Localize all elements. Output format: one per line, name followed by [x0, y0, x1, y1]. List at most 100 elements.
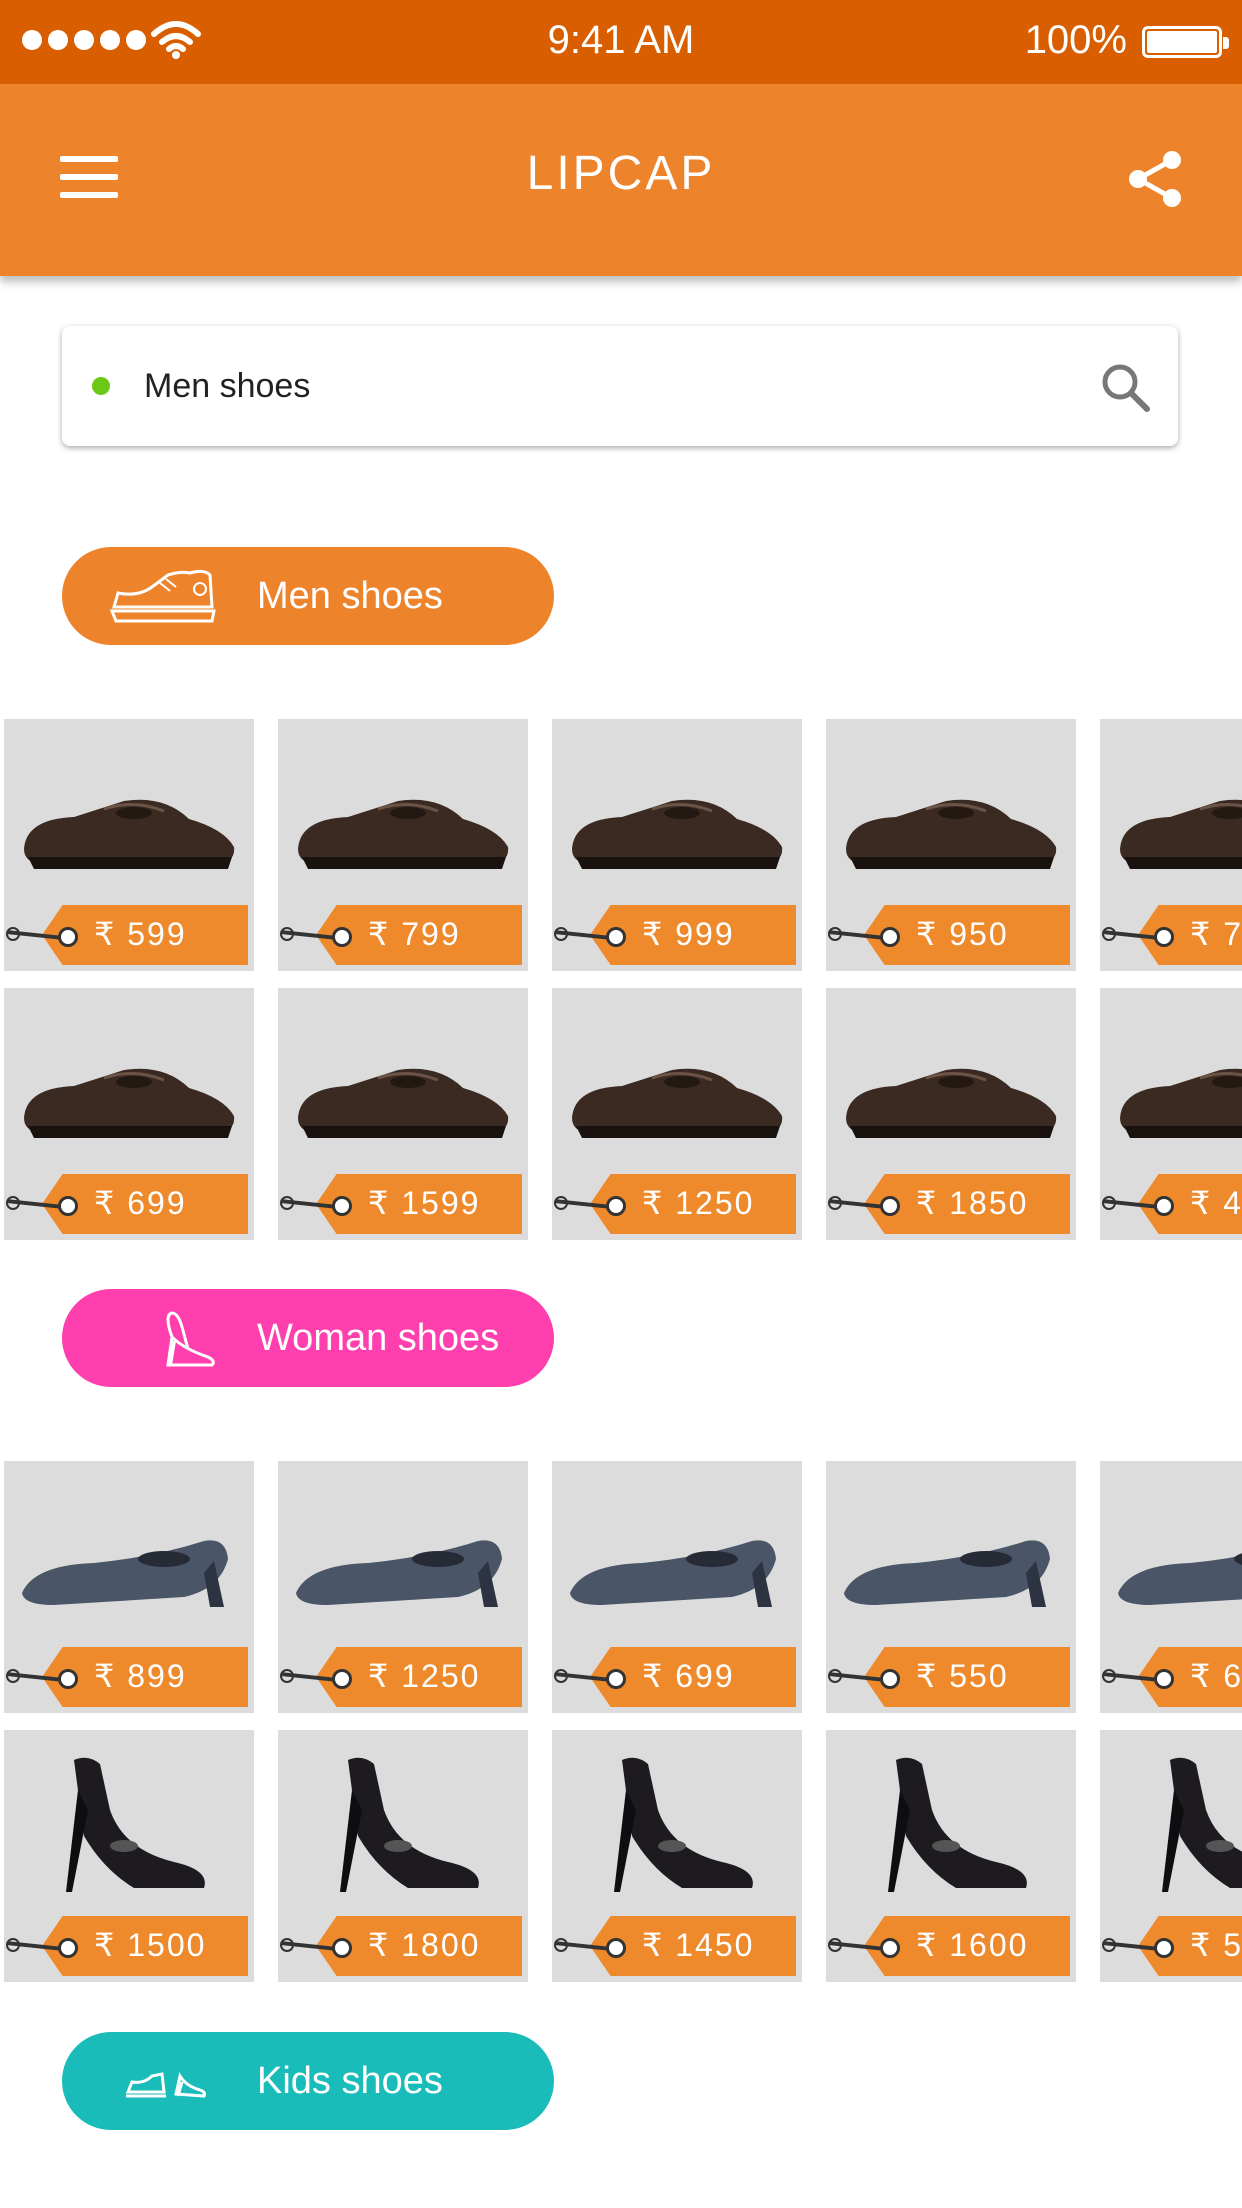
status-bar: 9:41 AM 100%	[0, 0, 1242, 84]
shoe-image	[1110, 739, 1242, 889]
shoe-image	[562, 1008, 792, 1158]
price-value: ₹ 599	[94, 916, 187, 952]
price-value: ₹ 4	[1190, 1185, 1242, 1221]
shoe-image	[1110, 1750, 1242, 1900]
shoe-image	[288, 1481, 518, 1631]
product-tile[interactable]: ₹ 1800	[278, 1730, 528, 1982]
product-tile[interactable]: ₹ 799	[278, 719, 528, 971]
category-label: Kids shoes	[257, 2060, 443, 2102]
shoe-image	[1110, 1481, 1242, 1631]
product-tile[interactable]: ₹ 699	[4, 988, 254, 1240]
app-bar: LIPCAP	[0, 84, 1242, 276]
shoe-image	[14, 1008, 244, 1158]
woman-shoes-row-1: ₹ 899 ₹ 1250 ₹ 699 ₹ 550 ₹ 6	[4, 1461, 1242, 1713]
shoe-image	[14, 1481, 244, 1631]
sneaker-icon	[109, 569, 216, 623]
category-kids-shoes-button[interactable]: Kids shoes	[62, 2032, 554, 2130]
price-value: ₹ 7	[1190, 916, 1242, 952]
product-tile[interactable]: ₹ 599	[4, 719, 254, 971]
product-tile[interactable]: ₹ 1850	[826, 988, 1076, 1240]
product-tile[interactable]: ₹ 950	[826, 719, 1076, 971]
product-tile[interactable]: ₹ 1500	[4, 1730, 254, 1982]
shoe-image	[14, 1750, 244, 1900]
price-tag: ₹ 1250	[552, 1174, 802, 1234]
product-tile[interactable]: ₹ 1599	[278, 988, 528, 1240]
price-value: ₹ 5	[1190, 1927, 1242, 1963]
price-value: ₹ 1250	[642, 1185, 755, 1221]
shoe-image	[836, 1750, 1066, 1900]
price-value: ₹ 699	[94, 1185, 187, 1221]
product-tile[interactable]: ₹ 699	[552, 1461, 802, 1713]
price-tag: ₹ 699	[4, 1174, 254, 1234]
category-label: Men shoes	[257, 575, 443, 617]
product-tile[interactable]: ₹ 1250	[278, 1461, 528, 1713]
shoe-image	[836, 1008, 1066, 1158]
price-value: ₹ 6	[1190, 1658, 1242, 1694]
price-value: ₹ 899	[94, 1658, 187, 1694]
price-tag: ₹ 7	[1100, 905, 1242, 965]
price-tag: ₹ 950	[826, 905, 1076, 965]
woman-shoes-row-2: ₹ 1500 ₹ 1800 ₹ 1450 ₹ 1600 ₹ 5	[4, 1730, 1242, 1982]
product-tile[interactable]: ₹ 899	[4, 1461, 254, 1713]
shoe-image	[562, 1750, 792, 1900]
share-icon[interactable]	[1124, 148, 1186, 210]
product-tile[interactable]: ₹ 1250	[552, 988, 802, 1240]
product-tile[interactable]: ₹ 999	[552, 719, 802, 971]
price-tag: ₹ 6	[1100, 1647, 1242, 1707]
price-value: ₹ 1600	[916, 1927, 1029, 1963]
shoe-image	[288, 739, 518, 889]
price-tag: ₹ 550	[826, 1647, 1076, 1707]
category-men-shoes-button[interactable]: Men shoes	[62, 547, 554, 645]
product-tile[interactable]: ₹ 7	[1100, 719, 1242, 971]
search-status-dot	[92, 377, 110, 395]
search-icon[interactable]	[1098, 360, 1152, 414]
price-value: ₹ 1800	[368, 1927, 481, 1963]
battery-percentage: 100%	[1024, 18, 1127, 62]
price-tag: ₹ 599	[4, 905, 254, 965]
price-tag: ₹ 1450	[552, 1916, 802, 1976]
shoe-image	[288, 1008, 518, 1158]
product-tile[interactable]: ₹ 4	[1100, 988, 1242, 1240]
price-tag: ₹ 999	[552, 905, 802, 965]
category-label: Woman shoes	[257, 1317, 500, 1359]
price-tag: ₹ 799	[278, 905, 528, 965]
price-value: ₹ 1500	[94, 1927, 207, 1963]
price-value: ₹ 550	[916, 1658, 1009, 1694]
price-tag: ₹ 1599	[278, 1174, 528, 1234]
shoe-image	[288, 1750, 518, 1900]
price-value: ₹ 950	[916, 916, 1009, 952]
product-tile[interactable]: ₹ 6	[1100, 1461, 1242, 1713]
price-tag: ₹ 1600	[826, 1916, 1076, 1976]
men-shoes-row-2: ₹ 699 ₹ 1599 ₹ 1250 ₹ 1850 ₹ 4	[4, 988, 1242, 1240]
price-value: ₹ 1599	[368, 1185, 481, 1221]
price-tag: ₹ 699	[552, 1647, 802, 1707]
price-tag: ₹ 1500	[4, 1916, 254, 1976]
price-value: ₹ 699	[642, 1658, 735, 1694]
price-value: ₹ 999	[642, 916, 735, 952]
product-tile[interactable]: ₹ 1450	[552, 1730, 802, 1982]
product-tile[interactable]: ₹ 5	[1100, 1730, 1242, 1982]
battery-icon	[1142, 26, 1229, 58]
price-tag: ₹ 899	[4, 1647, 254, 1707]
men-shoes-row-1: ₹ 599 ₹ 799 ₹ 999 ₹ 950 ₹ 7	[4, 719, 1242, 971]
price-tag: ₹ 1800	[278, 1916, 528, 1976]
product-tile[interactable]: ₹ 550	[826, 1461, 1076, 1713]
shoe-image	[562, 739, 792, 889]
shoe-image	[14, 739, 244, 889]
product-tile[interactable]: ₹ 1600	[826, 1730, 1076, 1982]
kids-shoes-icon	[125, 2072, 206, 2098]
app-title: LIPCAP	[526, 147, 716, 200]
price-value: ₹ 799	[368, 916, 461, 952]
shoe-image	[562, 1481, 792, 1631]
price-tag: ₹ 5	[1100, 1916, 1242, 1976]
category-woman-shoes-button[interactable]: Woman shoes	[62, 1289, 554, 1387]
price-value: ₹ 1250	[368, 1658, 481, 1694]
price-tag: ₹ 4	[1100, 1174, 1242, 1234]
shoe-image	[836, 1481, 1066, 1631]
price-tag: ₹ 1250	[278, 1647, 528, 1707]
search-bar[interactable]	[62, 326, 1178, 446]
high-heel-icon	[166, 1311, 215, 1367]
price-value: ₹ 1850	[916, 1185, 1029, 1221]
shoe-image	[836, 739, 1066, 889]
search-input[interactable]	[142, 350, 1046, 422]
